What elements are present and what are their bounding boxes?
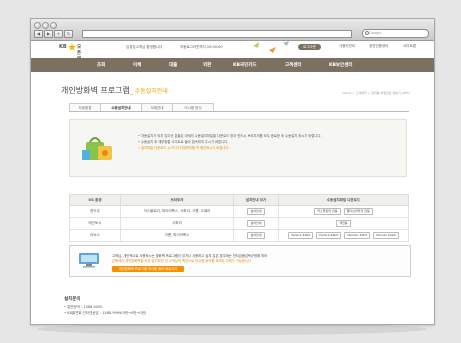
- download-ubuntu64-button[interactable]: Ubuntu 64bit: [373, 232, 399, 239]
- download-mac-button[interactable]: 맥전용: [336, 220, 351, 227]
- nav-item-security-center[interactable]: KB보안센터: [329, 62, 352, 68]
- download-ubuntu32-button[interactable]: Ubuntu 32bit: [344, 232, 370, 239]
- page-subtitle: _ 수동설치안내: [129, 88, 168, 95]
- os-cell: 리눅스: [69, 229, 121, 242]
- browser-cell: 크롬, 파이어폭스: [120, 229, 234, 242]
- install-info-box: • 자동설치가 되지 않으신 분들은 아래의 수동설치파일을 다운로드 받아 반…: [69, 119, 407, 177]
- col-os: OS 환경: [69, 194, 121, 206]
- col-guide: 설치안내 보기: [233, 194, 279, 206]
- install-guide-button[interactable]: 설치안내: [247, 232, 265, 239]
- sitemap-link[interactable]: 사이트맵: [403, 44, 416, 49]
- logout-button[interactable]: 로그아웃: [298, 44, 321, 50]
- certificate-center-link[interactable]: 공인인증센터: [369, 44, 388, 49]
- col-browser: 브라우저: [120, 194, 234, 206]
- browser-toolbar: ◀ ▶ + ↻ Google: [31, 19, 434, 41]
- monitor-icon: [79, 253, 99, 268]
- search-placeholder: Google: [369, 31, 382, 35]
- install-instructions: • 자동설치가 되지 않으신 분들은 아래의 수동설치파일을 다운로드 받아 반…: [138, 133, 322, 151]
- new-tab-button[interactable]: +: [54, 30, 63, 38]
- tab-divider: [69, 111, 409, 112]
- minimize-window-button[interactable]: [42, 22, 49, 29]
- browser-cell: 사파리: [120, 217, 234, 230]
- zoom-window-button[interactable]: [50, 22, 57, 29]
- download-fedora64-button[interactable]: Fedora 64bit: [316, 232, 342, 239]
- nav-item-transfer[interactable]: 이체: [133, 62, 141, 68]
- address-bar[interactable]: [82, 30, 352, 38]
- contact-online: • KB출연회 인터넷상담 : 1588-9999(0번→0번→0번): [64, 311, 147, 315]
- page-title-main: 개인방화벽 프로그램: [61, 86, 130, 95]
- table-row: 리눅스 크롬, 파이어폭스 설치안내 Fedora 32bit Fedora 6…: [69, 229, 409, 242]
- download-ie-button[interactable]: 익스플로러 전용: [314, 208, 341, 215]
- instruction-3: • 설치파일 다운로드 시 PC의 자장위치를 꼭 확인하시기 바랍니다.: [138, 146, 230, 150]
- download-multibrowser-button[interactable]: 멀티브라우저 전용: [343, 208, 373, 215]
- os-cell: 매킨토시: [69, 217, 121, 230]
- header-decoration-icon: [253, 41, 289, 53]
- breadcrumb: Home > 고객센터 > 입력용 비밀번호 생성기 (OPT): [342, 91, 410, 95]
- contact-general: • 일반문의 : 1588-0000: [64, 305, 103, 309]
- nav-item-loan[interactable]: 대출: [169, 62, 177, 68]
- non-use-consent-button[interactable]: 개인방화벽 프로그램 미사용 동의 바로가기: [112, 266, 184, 272]
- kb-star-icon: [68, 43, 76, 51]
- notice-text: 고객님, 개인적으로 사용하시는 방화벽 프로그램이 있거나 사용하고 싶지 않…: [112, 254, 267, 264]
- notice-line-2: 은행에서 개인방화벽을 의무 설치하던 것 고객님의 책임으로 미사용 동의를 …: [112, 259, 251, 263]
- nav-item-customer-center[interactable]: 고객센터: [285, 62, 302, 68]
- back-button[interactable]: ◀: [34, 30, 43, 38]
- install-guide-button[interactable]: 설치안내: [247, 208, 265, 215]
- nav-item-inquiry[interactable]: 조회: [97, 62, 105, 68]
- browser-window: ◀ ▶ + ↻ Google KB 오픈뱅킹 김경은고객님 환영합니다 자동로그…: [30, 18, 435, 325]
- contact-heading: 설치문의: [64, 297, 81, 302]
- table-row: 매킨토시 사파리 설치안내 맥전용: [69, 217, 409, 230]
- table-header-row: OS 환경 브라우저 설치안내 보기 수동설치파일 다운로드: [69, 194, 409, 206]
- reload-button[interactable]: ↻: [64, 30, 73, 38]
- col-download: 수동설치파일 다운로드: [278, 194, 409, 206]
- install-guide-button[interactable]: 설치안내: [247, 220, 265, 227]
- page-title: 개인방화벽 프로그램_ 수동설치안내: [61, 85, 168, 96]
- nav-item-kbcard[interactable]: KB국민카드: [233, 62, 256, 68]
- main-navigation: 조회 이체 대출 외환 KB국민카드 고객센터 KB보안센터: [31, 58, 434, 72]
- logo-prefix: KB: [59, 44, 67, 50]
- close-window-button[interactable]: [34, 22, 41, 29]
- welcome-text: 김경은고객님 환영합니다: [126, 45, 163, 49]
- search-input[interactable]: Google: [362, 29, 429, 38]
- firewall-notice: 고객님, 개인적으로 사용하시는 방화벽 프로그램이 있거나 사용하고 싶지 않…: [69, 245, 411, 277]
- browser-cell: 익스플로러, 파이어폭스, 사파리, 크롬, 오페라: [120, 205, 234, 218]
- user-management-link[interactable]: 사용자관리: [339, 44, 355, 49]
- download-table: OS 환경 브라우저 설치안내 보기 수동설치파일 다운로드 윈도우 익스플로러…: [69, 194, 409, 242]
- os-cell: 윈도우: [69, 205, 121, 218]
- shopping-bag-icon: [82, 137, 112, 160]
- download-fedora32-button[interactable]: Fedora 32bit: [288, 232, 314, 239]
- nav-item-forex[interactable]: 외환: [203, 62, 211, 68]
- table-row: 윈도우 익스플로러, 파이어폭스, 사파리, 크롬, 오페라 설치안내 익스플로…: [69, 205, 409, 218]
- forward-button[interactable]: ▶: [44, 30, 53, 38]
- session-timer: 자동로그아웃까지 20:00:00: [180, 45, 223, 49]
